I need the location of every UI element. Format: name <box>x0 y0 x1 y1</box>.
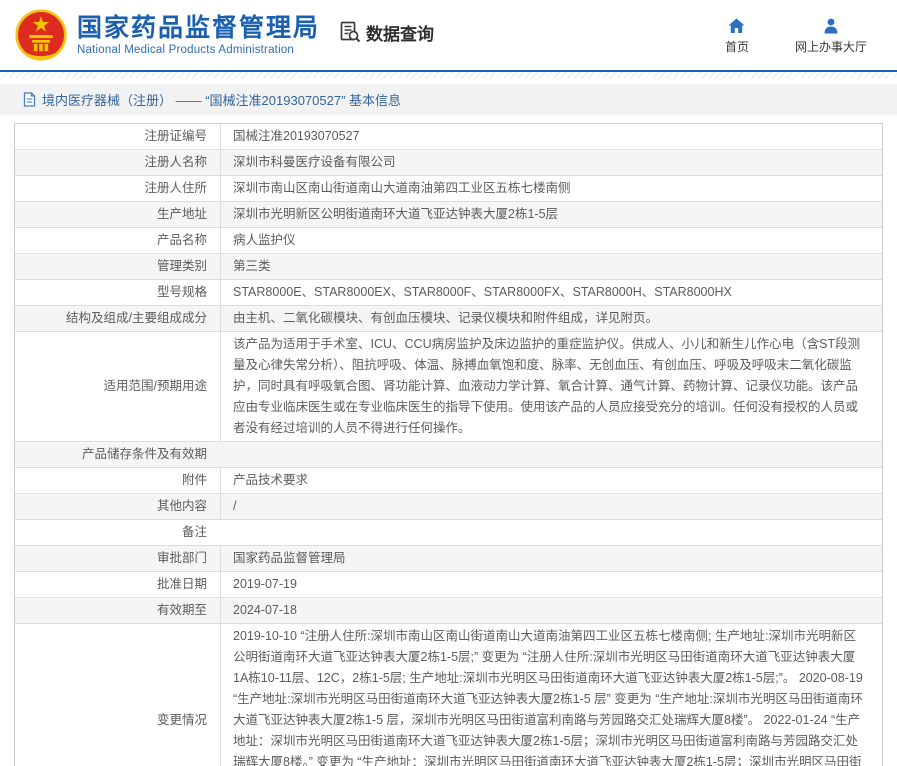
row-value: 深圳市科曼医疗设备有限公司 <box>220 150 882 175</box>
row-value: 2024-07-18 <box>220 598 882 623</box>
table-row: 备注 <box>15 520 882 546</box>
org-title-cn: 国家药品监督管理局 <box>77 14 320 42</box>
row-value: 国家药品监督管理局 <box>220 546 882 571</box>
home-icon <box>727 17 746 35</box>
top-nav: 首页 网上办事大厅 <box>725 17 881 55</box>
table-row: 注册人住所深圳市南山区南山街道南山大道南油第四工业区五栋七楼南侧 <box>15 176 882 202</box>
table-row: 管理类别第三类 <box>15 254 882 280</box>
table-row: 变更情况2019-10-10 “注册人住所:深圳市南山区南山街道南山大道南油第四… <box>15 624 882 766</box>
row-label: 生产地址 <box>15 202 220 227</box>
row-label: 管理类别 <box>15 254 220 279</box>
row-value-text: 2019-10-10 “注册人住所:深圳市南山区南山街道南山大道南油第四工业区五… <box>233 626 866 766</box>
row-value: 深圳市光明新区公明街道南环大道飞亚达钟表大厦2栋1-5层 <box>220 202 882 227</box>
row-value: 由主机、二氧化碳模块、有创血压模块、记录仪模块和附件组成，详见附页。 <box>220 306 882 331</box>
row-value-text: 2024-07-18 <box>233 600 297 621</box>
national-emblem-icon <box>14 8 68 62</box>
table-row: 有效期至 2024-07-18 <box>15 598 882 624</box>
nav-label-home: 首页 <box>725 38 749 55</box>
row-label: 备注 <box>15 520 220 545</box>
row-label: 注册人住所 <box>15 176 220 201</box>
row-value-text: 第三类 <box>233 256 271 277</box>
row-value-text: 深圳市南山区南山街道南山大道南油第四工业区五栋七楼南侧 <box>233 178 571 199</box>
row-value-text: 深圳市科曼医疗设备有限公司 <box>233 152 396 173</box>
row-label: 注册人名称 <box>15 150 220 175</box>
row-value-text: 产品技术要求 <box>233 470 308 491</box>
table-row: 注册证编号国械注准20193070527 <box>15 124 882 150</box>
document-icon <box>23 92 36 107</box>
table-row: 注册人名称深圳市科曼医疗设备有限公司 <box>15 150 882 176</box>
row-value: 国械注准20193070527 <box>220 124 882 149</box>
row-value-text: STAR8000E、STAR8000EX、STAR8000F、STAR8000F… <box>233 282 732 303</box>
row-value-text: 2019-07-19 <box>233 574 297 595</box>
table-row: 附件产品技术要求 <box>15 468 882 494</box>
row-label: 注册证编号 <box>15 124 220 149</box>
row-label: 有效期至 <box>15 598 220 623</box>
row-value: STAR8000E、STAR8000EX、STAR8000F、STAR8000F… <box>220 280 882 305</box>
row-value-text: / <box>233 496 236 517</box>
row-value-text: 病人监护仪 <box>233 230 296 251</box>
row-value: 2019-07-19 <box>220 572 882 597</box>
row-value-text: 该产品为适用于手术室、ICU、CCU病房监护及床边监护的重症监护仪。供成人、小儿… <box>233 334 866 439</box>
row-label: 适用范围/预期用途 <box>15 332 220 441</box>
table-row: 审批部门国家药品监督管理局 <box>15 546 882 572</box>
row-value: 病人监护仪 <box>220 228 882 253</box>
row-label: 产品储存条件及有效期 <box>15 442 220 467</box>
row-value: 产品技术要求 <box>220 468 882 493</box>
row-value: 2019-10-10 “注册人住所:深圳市南山区南山街道南山大道南油第四工业区五… <box>220 624 882 766</box>
breadcrumb: 境内医疗器械（注册） —— “国械注准20193070527” 基本信息 <box>0 84 897 115</box>
person-icon <box>822 17 840 35</box>
row-value-text: 深圳市光明新区公明街道南环大道飞亚达钟表大厦2栋1-5层 <box>233 204 558 225</box>
row-value-text: 国械注准20193070527 <box>233 126 359 147</box>
page-title: 境内医疗器械（注册） —— “国械注准20193070527” 基本信息 <box>42 90 401 109</box>
table-row: 结构及组成/主要组成成分由主机、二氧化碳模块、有创血压模块、记录仪模块和附件组成… <box>15 306 882 332</box>
row-label: 结构及组成/主要组成成分 <box>15 306 220 331</box>
row-label: 附件 <box>15 468 220 493</box>
nav-item-online-hall[interactable]: 网上办事大厅 <box>795 17 867 55</box>
row-label: 其他内容 <box>15 494 220 519</box>
row-value <box>220 442 882 467</box>
table-row: 产品储存条件及有效期 <box>15 442 882 468</box>
nav-label-online-hall: 网上办事大厅 <box>795 38 867 55</box>
site-header: 国家药品监督管理局 National Medical Products Admi… <box>0 0 897 70</box>
table-row: 批准日期 2019-07-19 <box>15 572 882 598</box>
nmpa-logo: 国家药品监督管理局 National Medical Products Admi… <box>14 8 320 62</box>
row-value-text: 国家药品监督管理局 <box>233 548 346 569</box>
table-row: 适用范围/预期用途该产品为适用于手术室、ICU、CCU病房监护及床边监护的重症监… <box>15 332 882 442</box>
row-label: 批准日期 <box>15 572 220 597</box>
row-value: 该产品为适用于手术室、ICU、CCU病房监护及床边监护的重症监护仪。供成人、小儿… <box>220 332 882 441</box>
row-label: 型号规格 <box>15 280 220 305</box>
doc-search-icon <box>338 20 362 44</box>
row-value <box>220 520 882 545</box>
org-names: 国家药品监督管理局 National Medical Products Admi… <box>77 14 320 56</box>
data-query-label: 数据查询 <box>366 20 434 45</box>
hatch-strip <box>0 72 897 78</box>
row-label: 变更情况 <box>15 624 220 766</box>
table-row: 生产地址深圳市光明新区公明街道南环大道飞亚达钟表大厦2栋1-5层 <box>15 202 882 228</box>
org-title-en: National Medical Products Administration <box>77 44 320 56</box>
table-row: 型号规格 STAR8000E、STAR8000EX、STAR8000F、STAR8… <box>15 280 882 306</box>
nav-item-home[interactable]: 首页 <box>725 17 749 55</box>
row-value: 深圳市南山区南山街道南山大道南油第四工业区五栋七楼南侧 <box>220 176 882 201</box>
table-row: 产品名称病人监护仪 <box>15 228 882 254</box>
row-label: 审批部门 <box>15 546 220 571</box>
info-table: 注册证编号国械注准20193070527注册人名称深圳市科曼医疗设备有限公司注册… <box>14 123 883 766</box>
data-query-section-title: 数据查询 <box>338 20 434 45</box>
row-label: 产品名称 <box>15 228 220 253</box>
row-value: 第三类 <box>220 254 882 279</box>
table-row: 其他内容 / <box>15 494 882 520</box>
row-value-text: 由主机、二氧化碳模块、有创血压模块、记录仪模块和附件组成，详见附页。 <box>233 308 658 329</box>
row-value: / <box>220 494 882 519</box>
